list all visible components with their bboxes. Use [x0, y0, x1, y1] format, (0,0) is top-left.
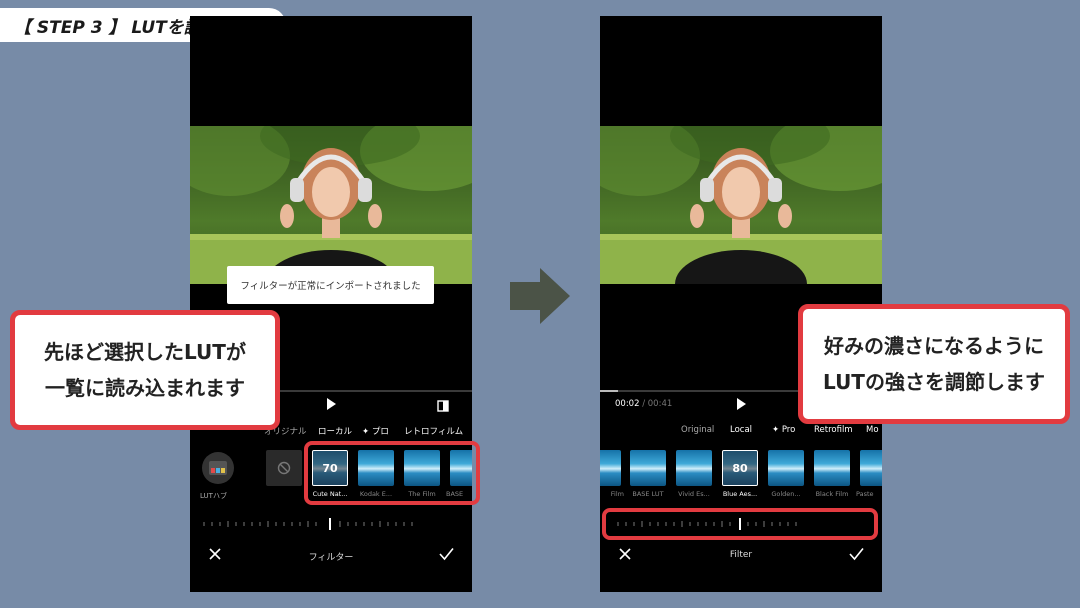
filter-thumb-blue-aesthetic[interactable]: 80	[722, 450, 758, 486]
callout-right: 好みの濃さになるように LUTの強さを調節します	[798, 304, 1070, 424]
current-time: 00:02	[615, 399, 640, 409]
lut-hub-label: LUTハブ	[200, 492, 227, 500]
tab-more[interactable]: Mo	[866, 425, 879, 435]
sparkle-icon: ✦	[772, 425, 780, 435]
confirm-check-icon[interactable]	[849, 546, 864, 561]
filter-strength-slider[interactable]	[202, 516, 418, 532]
compare-icon[interactable]	[437, 397, 451, 412]
callout-line: LUTの強さを調節します	[823, 370, 1045, 394]
tab-local[interactable]: ローカル	[318, 425, 352, 437]
callout-left: 先ほど選択したLUTが 一覧に読み込まれます	[10, 310, 280, 430]
phone-screen-left: フィルターが正常にインポートされました オリジナル ローカル ✦ プロ レトロフ…	[190, 16, 472, 592]
video-preview	[600, 126, 882, 284]
confirm-check-icon[interactable]	[439, 546, 454, 561]
filter-thumb-vivid[interactable]	[676, 450, 712, 486]
tab-local[interactable]: Local	[730, 425, 752, 435]
tab-retrofilm[interactable]: Retrofilm	[814, 425, 853, 435]
filter-thumb-pastel[interactable]	[860, 450, 882, 486]
timeline-progress	[600, 390, 618, 392]
filter-label: Paste	[856, 490, 874, 498]
panel-title: Filter	[729, 550, 753, 560]
filter-thumb-base-lut[interactable]	[630, 450, 666, 486]
no-filter-button[interactable]	[266, 450, 302, 486]
filter-thumb-golden[interactable]	[768, 450, 804, 486]
filter-label: Blue Aes...	[722, 490, 758, 498]
slider-ticks	[203, 518, 413, 530]
strength-slider-highlight	[602, 508, 878, 540]
filter-thumb-black-film[interactable]	[814, 450, 850, 486]
filter-thumb-film[interactable]	[600, 450, 621, 486]
tab-pro[interactable]: ✦ Pro	[772, 425, 795, 435]
callout-line: 一覧に読み込まれます	[45, 376, 245, 400]
tab-pro[interactable]: ✦ プロ	[362, 425, 389, 437]
filter-label: Vivid Es...	[678, 490, 710, 498]
sparkle-icon: ✦	[362, 427, 370, 437]
filter-label: BASE LUT	[632, 490, 664, 498]
filter-strength-value: 80	[723, 451, 757, 485]
lut-hub-button[interactable]	[202, 452, 234, 484]
lut-hub-icon	[209, 461, 227, 475]
callout-line: 好みの濃さになるように	[824, 334, 1044, 358]
filter-label: Film	[610, 490, 624, 498]
step-arrow-icon	[510, 266, 570, 330]
time-readout: 00:02 / 00:41	[615, 399, 672, 409]
video-preview	[190, 126, 472, 284]
panel-title: フィルター	[308, 553, 354, 563]
filter-list-highlight	[304, 441, 480, 505]
callout-line: 先ほど選択したLUTが	[44, 340, 246, 364]
total-time: / 00:41	[642, 399, 673, 409]
tab-retrofilm[interactable]: レトロフィルム	[404, 425, 463, 437]
play-icon[interactable]	[323, 396, 339, 412]
import-success-toast: フィルターが正常にインポートされました	[227, 266, 434, 304]
filter-label: Black Film	[815, 490, 849, 498]
play-icon[interactable]	[733, 396, 749, 412]
filter-label: Golden...	[771, 490, 801, 498]
tab-original[interactable]: Original	[681, 425, 714, 435]
no-filter-icon	[277, 461, 291, 475]
